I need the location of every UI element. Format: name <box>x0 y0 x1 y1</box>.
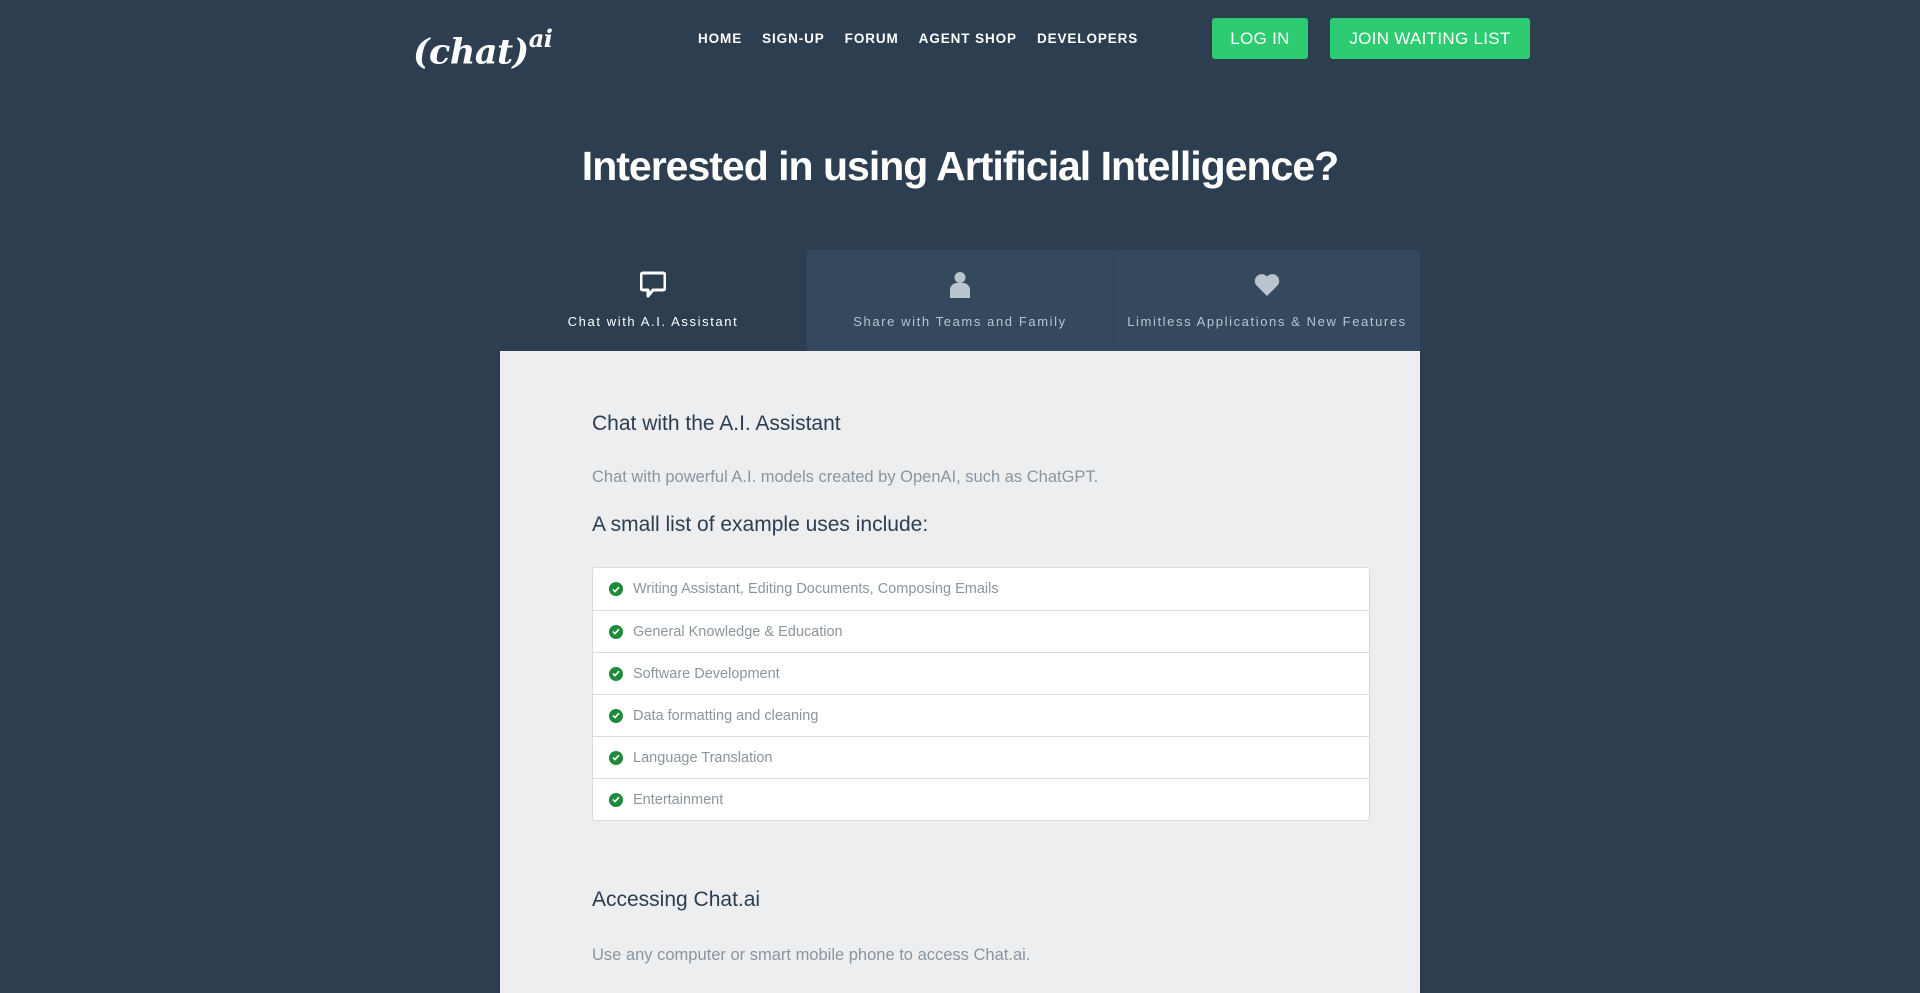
check-circle-icon <box>609 708 623 723</box>
check-circle-icon <box>609 792 623 807</box>
list-item: Software Development <box>593 652 1369 694</box>
list-item-text: Language Translation <box>633 749 773 766</box>
brand-name: (chat) <box>413 31 529 73</box>
join-waiting-list-button[interactable]: JOIN WAITING LIST <box>1330 18 1530 59</box>
tab-share[interactable]: Share with Teams and Family <box>806 250 1113 351</box>
main-nav: HOME SIGN-UP FORUM AGENT SHOP DEVELOPERS <box>698 30 1158 48</box>
heart-icon <box>1253 270 1281 300</box>
tab-chat[interactable]: Chat with A.I. Assistant <box>500 250 806 351</box>
tab-chat-label: Chat with A.I. Assistant <box>567 314 739 329</box>
nav-developers[interactable]: DEVELOPERS <box>1037 30 1138 48</box>
login-button[interactable]: LOG IN <box>1212 18 1308 59</box>
list-item: Entertainment <box>593 778 1369 820</box>
access-description: Use any computer or smart mobile phone t… <box>592 946 1031 964</box>
list-item-text: Software Development <box>633 665 780 682</box>
tab-content-panel: Chat with the A.I. Assistant Chat with p… <box>500 351 1420 993</box>
nav-sign-up[interactable]: SIGN-UP <box>762 30 825 48</box>
list-item-text: Entertainment <box>633 791 724 808</box>
chat-description: Chat with powerful A.I. models created b… <box>592 468 1099 486</box>
chat-heading: Chat with the A.I. Assistant <box>592 412 841 435</box>
tab-limitless[interactable]: Limitless Applications & New Features <box>1113 250 1420 351</box>
tab-limitless-label: Limitless Applications & New Features <box>1127 314 1407 329</box>
list-item: Data formatting and cleaning <box>593 694 1369 736</box>
uses-list: Writing Assistant, Editing Documents, Co… <box>592 567 1370 821</box>
list-item-text: General Knowledge & Education <box>633 623 843 640</box>
brand-logo[interactable]: (chat)ai <box>413 18 553 78</box>
brand-sup: ai <box>528 24 553 53</box>
chat-bubble-icon <box>640 270 666 300</box>
list-item: Language Translation <box>593 736 1369 778</box>
feature-tabs: Chat with A.I. Assistant Share with Team… <box>500 250 1420 351</box>
nav-forum[interactable]: FORUM <box>845 30 899 48</box>
list-item: Writing Assistant, Editing Documents, Co… <box>593 568 1369 610</box>
nav-home[interactable]: HOME <box>698 30 742 48</box>
tab-share-label: Share with Teams and Family <box>853 314 1067 329</box>
list-item-text: Data formatting and cleaning <box>633 707 819 724</box>
list-item-text: Writing Assistant, Editing Documents, Co… <box>633 581 999 597</box>
nav-agent-shop[interactable]: AGENT SHOP <box>919 30 1017 48</box>
person-icon <box>948 270 972 300</box>
hero-title: Interested in using Artificial Intellige… <box>581 143 1339 189</box>
check-circle-icon <box>609 750 623 765</box>
check-circle-icon <box>609 582 623 596</box>
access-heading: Accessing Chat.ai <box>592 888 761 911</box>
uses-heading: A small list of example uses include: <box>592 513 929 536</box>
check-circle-icon <box>609 624 623 639</box>
check-circle-icon <box>609 666 623 681</box>
list-item: General Knowledge & Education <box>593 610 1369 652</box>
